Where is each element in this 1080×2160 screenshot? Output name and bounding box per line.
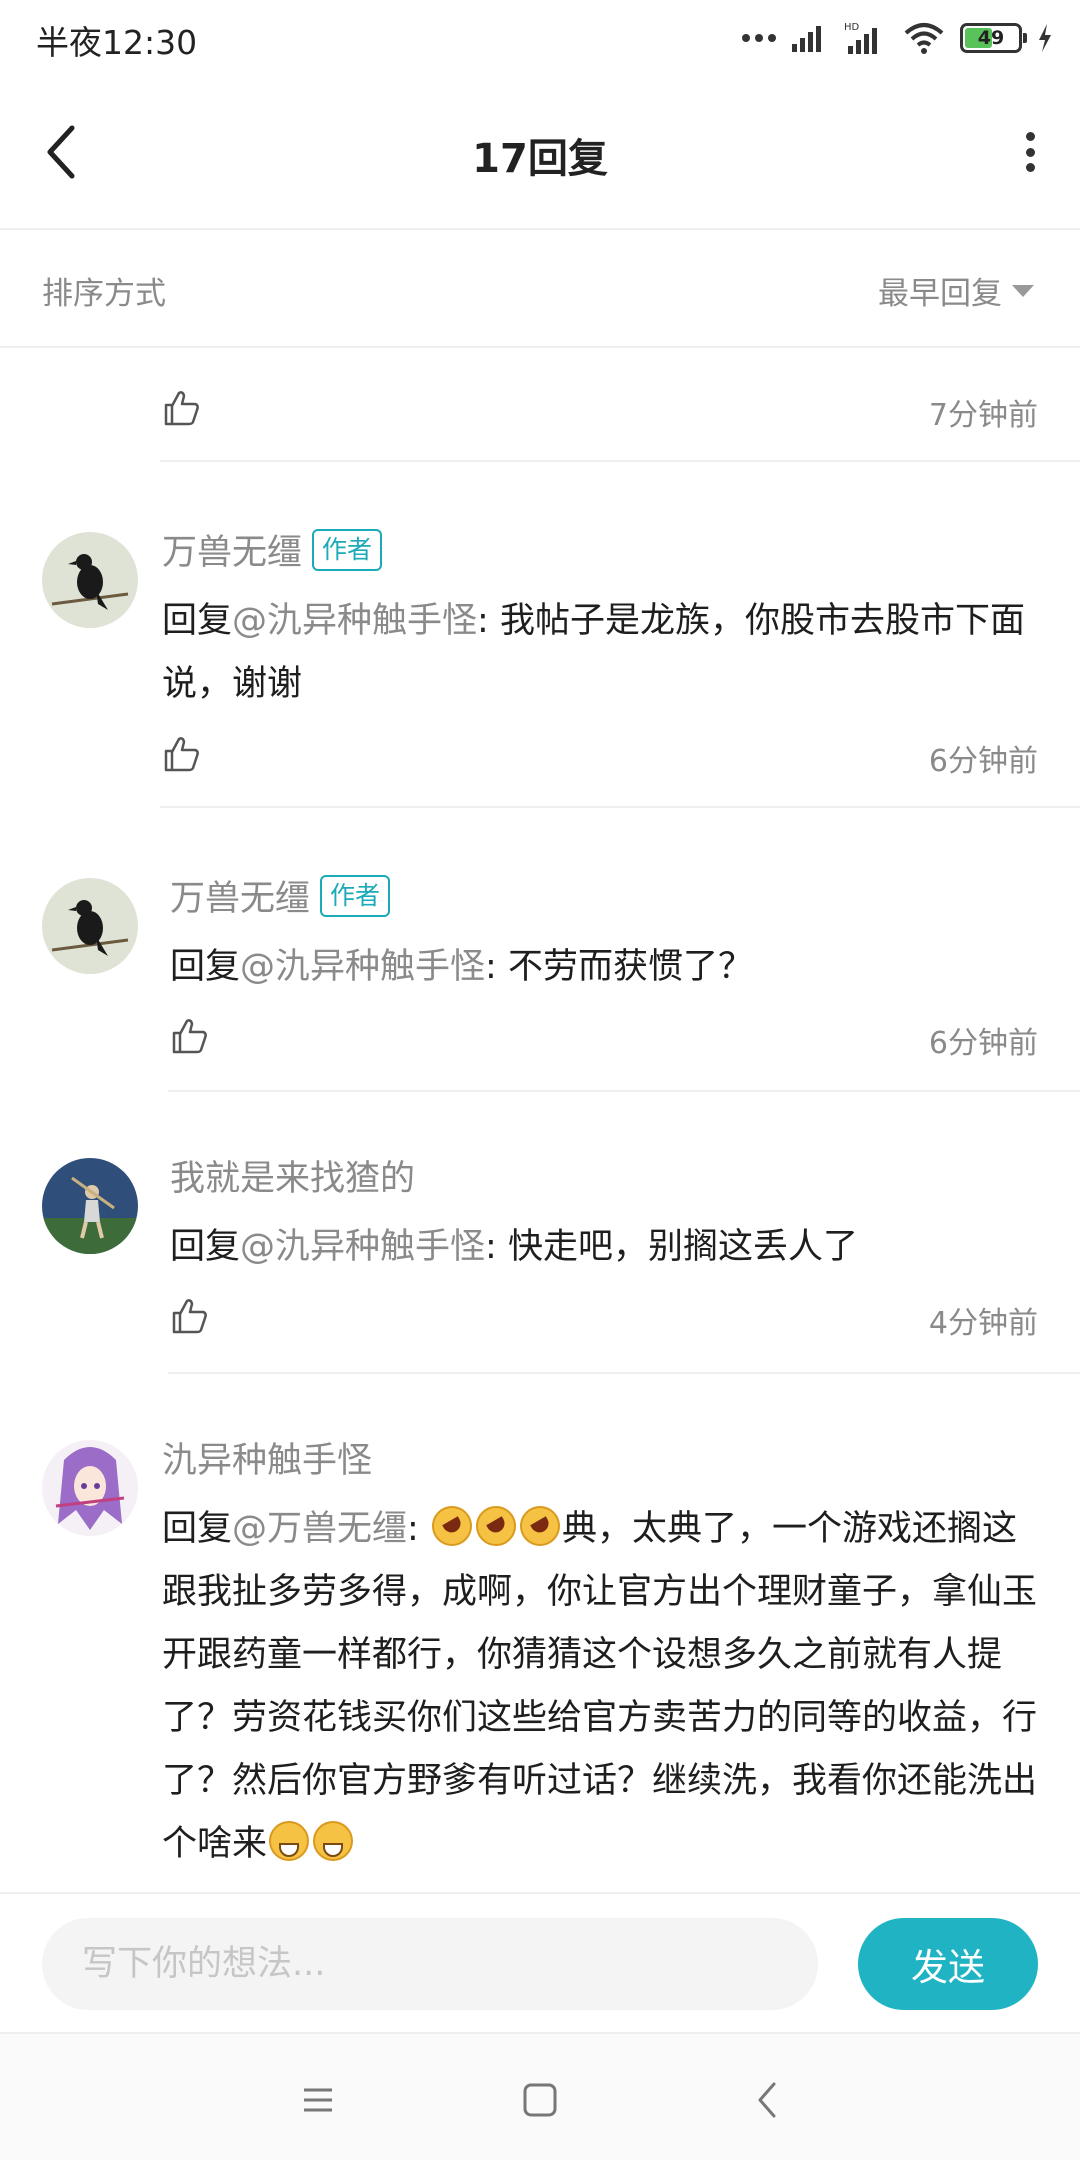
comment-time: 7分钟前 xyxy=(928,398,1038,433)
home-square-icon[interactable] xyxy=(512,2072,568,2128)
header-bar: 17回复 xyxy=(0,76,1080,230)
divider xyxy=(168,1372,1080,1374)
svg-text:HD: HD xyxy=(844,22,860,33)
avatar[interactable] xyxy=(42,532,138,628)
signal-icon xyxy=(792,26,821,52)
grin-emoji-icon xyxy=(269,1821,310,1861)
comment-item: 氿异种触手怪 回复@万兽无缰: 典，太典了，一个游戏还搁这跟我扯多劳多得，成啊，… xyxy=(0,1422,1080,1890)
rofl-emoji-icon xyxy=(519,1506,560,1546)
grin-emoji-icon xyxy=(313,1821,354,1861)
rofl-emoji-icon xyxy=(431,1506,472,1546)
more-vertical-icon[interactable] xyxy=(1020,132,1040,172)
divider xyxy=(168,1090,1080,1092)
comment-username[interactable]: 万兽无缰 作者 xyxy=(162,524,383,575)
more-dots-icon xyxy=(742,34,776,42)
mention-link[interactable]: @氿异种触手怪 xyxy=(232,601,477,641)
comment-item: 万兽无缰 作者 回复@氿异种触手怪: 我帖子是龙族，你股市去股市下面说，谢谢 6… xyxy=(0,510,1080,810)
menu-icon[interactable] xyxy=(290,2072,346,2128)
author-badge: 作者 xyxy=(312,528,383,571)
list-item: 7分钟前 xyxy=(0,350,1080,462)
system-nav-bar xyxy=(0,2032,1080,2160)
reply-list: 7分钟前 万兽无缰 作者 回复@氿异种触手怪: 我帖子是龙族，你股市去股市下面说… xyxy=(0,350,1080,1890)
sort-dropdown[interactable]: 最早回复 xyxy=(878,268,1034,313)
status-icons: HD 49 xyxy=(742,18,1054,58)
avatar[interactable] xyxy=(42,1158,138,1254)
signal-hd-icon: HD xyxy=(844,22,877,54)
comment-time: 4分钟前 xyxy=(928,1306,1038,1341)
sort-label: 排序方式 xyxy=(42,276,166,312)
thumb-up-icon[interactable] xyxy=(162,388,202,428)
mention-link[interactable]: @万兽无缰 xyxy=(232,1509,407,1549)
comment-username[interactable]: 氿异种触手怪 xyxy=(162,1432,372,1483)
comment-username[interactable]: 万兽无缰 作者 xyxy=(170,870,391,921)
avatar[interactable] xyxy=(42,1440,138,1536)
mention-link[interactable]: @氿异种触手怪 xyxy=(240,947,485,987)
sort-value: 最早回复 xyxy=(878,276,1002,312)
thumb-up-icon[interactable] xyxy=(170,1016,210,1056)
avatar[interactable] xyxy=(42,878,138,974)
comment-username[interactable]: 我就是来找猹的 xyxy=(170,1150,415,1201)
send-button[interactable]: 发送 xyxy=(858,1918,1038,2010)
divider xyxy=(160,460,1080,462)
thumb-up-icon[interactable] xyxy=(162,734,202,774)
wifi-icon xyxy=(904,23,944,54)
comment-text: 回复@氿异种触手怪: 不劳而获惯了？ xyxy=(170,947,753,987)
charging-icon xyxy=(1039,24,1051,52)
reply-input[interactable] xyxy=(42,1918,818,2010)
comment-item: 万兽无缰 作者 回复@氿异种触手怪: 不劳而获惯了？ 6分钟前 xyxy=(0,856,1080,1096)
status-time: 半夜12:30 xyxy=(36,23,198,62)
back-nav-icon[interactable] xyxy=(740,2072,796,2128)
comment-text: 回复@万兽无缰: 典，太典了，一个游戏还搁这跟我扯多劳多得，成啊，你让官方出个理… xyxy=(162,1498,1044,1876)
battery-icon: 49 xyxy=(960,23,1027,53)
caret-down-icon xyxy=(1012,284,1034,297)
comment-time: 6分钟前 xyxy=(928,1026,1038,1061)
comment-text: 回复@氿异种触手怪: 我帖子是龙族，你股市去股市下面说，谢谢 xyxy=(162,601,1025,704)
status-bar: 半夜12:30 HD 49 xyxy=(0,0,1080,76)
comment-text: 回复@氿异种触手怪: 快走吧，别搁这丢人了 xyxy=(170,1227,858,1267)
rofl-emoji-icon xyxy=(475,1506,516,1546)
comment-item: 我就是来找猹的 回复@氿异种触手怪: 快走吧，别搁这丢人了 4分钟前 xyxy=(0,1140,1080,1380)
thumb-up-icon[interactable] xyxy=(170,1296,210,1336)
page-title: 17回复 xyxy=(472,136,608,182)
comment-time: 6分钟前 xyxy=(928,744,1038,779)
author-badge: 作者 xyxy=(320,874,391,917)
sort-bar: 排序方式 最早回复 xyxy=(0,230,1080,348)
divider xyxy=(160,806,1080,808)
reply-composer: 发送 xyxy=(0,1892,1080,2032)
mention-link[interactable]: @氿异种触手怪 xyxy=(240,1227,485,1267)
